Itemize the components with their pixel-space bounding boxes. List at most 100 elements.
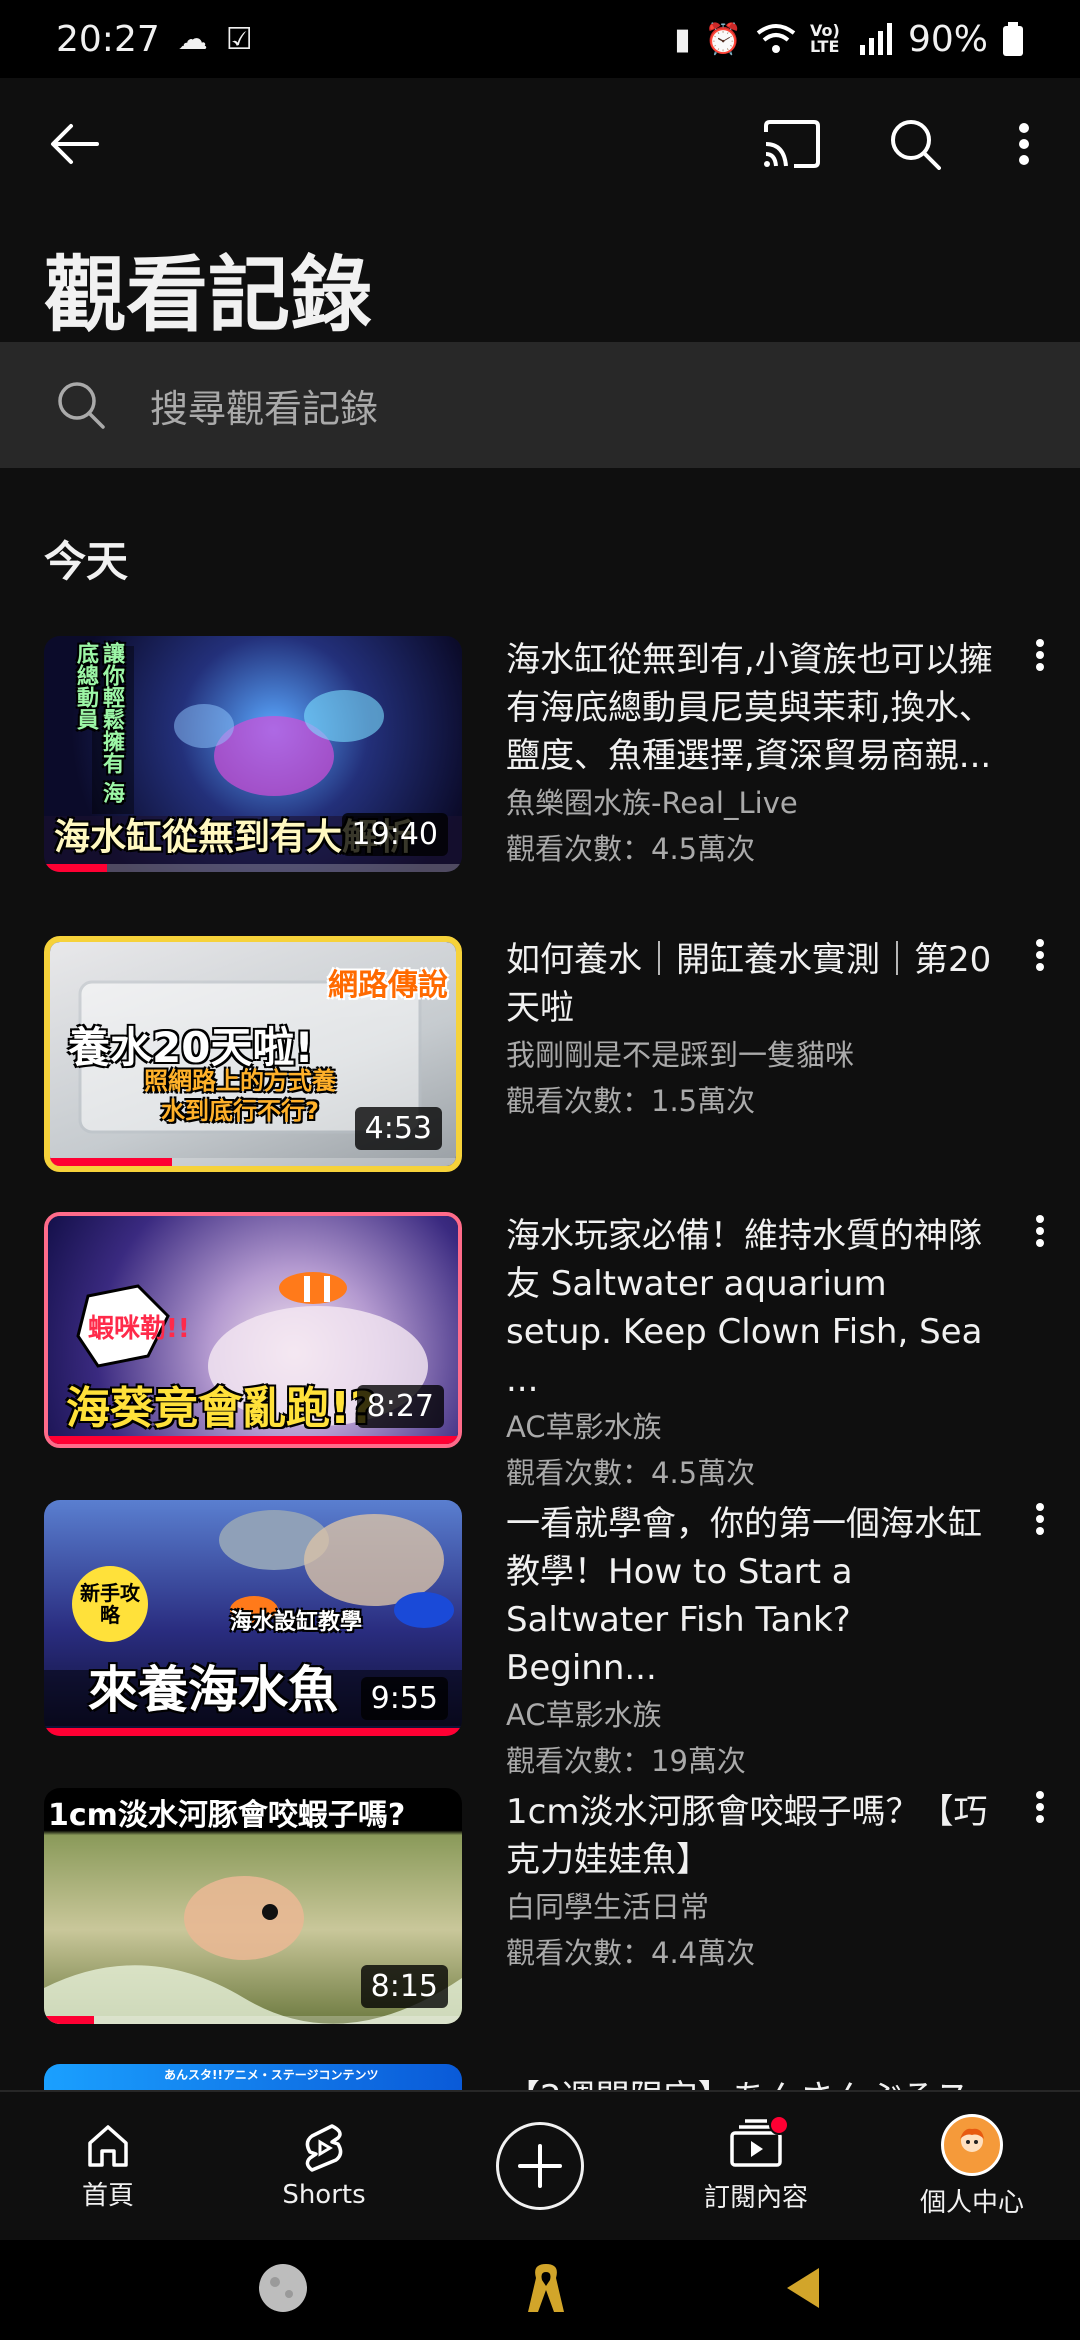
battery-saver-icon: ▮ [674, 21, 691, 57]
notification-dot [769, 2114, 789, 2135]
video-more-button[interactable] [1020, 1790, 1060, 1850]
thumb-badge-text: 新手攻略 [72, 1566, 148, 1642]
arrow-left-icon [51, 124, 99, 164]
video-thumbnail[interactable]: 網路傳說 養水20天啦! 照網路上的方式養水到底行不行? 4:53 [44, 936, 462, 1172]
video-meta: 1cm淡水河豚會咬蝦子嗎？【巧克力娃娃魚】 白同學生活日常 觀看次數：4.4萬次 [506, 1788, 1046, 1976]
watch-progress-bar [44, 2016, 462, 2024]
watch-progress-fill [44, 864, 107, 872]
video-title[interactable]: 如何養水｜開缸養水實測｜第20天啦 [506, 936, 1046, 1032]
shorts-icon [305, 2124, 343, 2172]
bottom-nav: 首頁 Shorts 訂閱內容 個人中心 [0, 2090, 1080, 2240]
thumb-sub-text: 照網路上的方式養水到底行不行? [144, 1067, 336, 1125]
watch-progress-bar [48, 1436, 458, 1444]
watch-progress-bar [44, 864, 462, 872]
video-item[interactable]: あんスタ!!アニメ・ステージコンテンツ 【2週間限定】あんさんぶるスターズ!! [44, 2064, 1044, 2090]
video-more-button[interactable] [1020, 638, 1060, 698]
search-placeholder: 搜尋觀看記錄 [150, 386, 379, 431]
subscriptions-icon-wrap [729, 2114, 789, 2171]
video-meta: 如何養水｜開缸養水實測｜第20天啦 我剛剛是不是踩到一隻貓咪 觀看次數：1.5萬… [506, 936, 1046, 1124]
video-thumbnail[interactable]: 1cm淡水河豚會咬蝦子嗎? 8:15 [44, 1788, 462, 2024]
avatar [941, 2113, 1003, 2176]
video-channel[interactable]: AC草影水族 [506, 1692, 1046, 1738]
video-thumbnail[interactable]: あんスタ!!アニメ・ステージコンテンツ [44, 2064, 462, 2090]
nav-home-label: 首頁 [81, 2180, 134, 2211]
alarm-icon: ⏰ [704, 21, 742, 57]
more-options-button[interactable] [1004, 109, 1044, 179]
thumb-title-text: 海葵竟會亂跑!? [66, 1383, 376, 1434]
search-button[interactable] [880, 109, 950, 179]
more-vert-icon [1036, 1791, 1044, 1823]
video-meta: 海水缸從無到有,小資族也可以擁有海底總動員尼莫與茉莉,換水、鹽度、魚種選擇,資深… [506, 636, 1046, 872]
watch-progress-fill [44, 2016, 95, 2024]
nav-shorts-label: Shorts [282, 2180, 366, 2210]
video-item[interactable]: 1cm淡水河豚會咬蝦子嗎? 8:15 1cm淡水河豚會咬蝦子嗎？【巧克力娃娃魚】… [44, 1788, 1044, 2024]
video-more-button[interactable] [1020, 938, 1060, 998]
watch-progress-fill [44, 1728, 462, 1736]
back-button[interactable] [40, 109, 110, 179]
watch-progress-fill [48, 1436, 458, 1444]
system-nav-bar [0, 2240, 1080, 2340]
video-channel[interactable]: 白同學生活日常 [506, 1884, 1046, 1930]
video-channel[interactable]: AC草影水族 [506, 1404, 1046, 1450]
thumb-sub-text: 海水設缸教學 [230, 1610, 363, 1635]
video-meta: 【2週間限定】あんさんぶるスターズ!! [506, 2064, 1044, 2090]
video-views: 觀看次數：1.5萬次 [506, 1084, 756, 1118]
video-thumbnail[interactable]: 蝦咪勒!! 海葵竟會亂跑!? 8:27 [44, 1212, 462, 1448]
video-channel[interactable]: 我剛剛是不是踩到一隻貓咪 [506, 1032, 1046, 1078]
video-title[interactable]: 1cm淡水河豚會咬蝦子嗎？【巧克力娃娃魚】 [506, 1788, 1046, 1884]
nav-profile-label: 個人中心 [919, 2187, 1024, 2218]
video-duration: 4:53 [354, 1107, 442, 1150]
video-views: 觀看次數：4.4萬次 [506, 1936, 756, 1970]
avatar-icon [960, 2128, 984, 2152]
thumb-title-text: 來養海水魚 [88, 1661, 338, 1719]
nav-home[interactable]: 首頁 [8, 2121, 208, 2212]
video-views: 觀看次數：4.5萬次 [506, 1456, 756, 1490]
video-thumbnail[interactable]: 讓你輕鬆擁有 海底總動員 海水缸從無到有大解析 19:40 [44, 636, 462, 872]
home-icon [88, 2124, 128, 2167]
video-title[interactable]: 【2週間限定】あんさんぶるスターズ!! [506, 2074, 1044, 2090]
status-bar: 20:27 ☁ ☑ ▮ ⏰ Vo) LTE 90% [0, 0, 1080, 78]
signal-icon [859, 23, 892, 55]
nav-shorts[interactable]: Shorts [224, 2122, 424, 2210]
status-time: 20:27 [56, 18, 160, 60]
video-thumbnail[interactable]: 新手攻略 海水設缸教學 來養海水魚 9:55 [44, 1500, 462, 1736]
thumb-title-text: あんスタ!!アニメ・ステージコンテンツ [164, 2068, 379, 2082]
nav-create[interactable] [440, 2122, 640, 2210]
video-more-button[interactable] [1020, 1214, 1060, 1274]
watch-progress-fill [50, 1158, 172, 1166]
more-vert-icon [1036, 639, 1044, 671]
video-views: 觀看次數：19萬次 [506, 1744, 746, 1778]
video-more-button[interactable] [1020, 1502, 1060, 1562]
video-channel[interactable]: 魚樂圈水族-Real_Live [506, 780, 1046, 826]
video-item[interactable]: 蝦咪勒!! 海葵竟會亂跑!? 8:27 海水玩家必備！維持水質的神隊友 Salt… [44, 1212, 1046, 1490]
create-button[interactable] [496, 2122, 584, 2210]
watch-progress-bar [44, 1728, 462, 1736]
video-item[interactable]: 讓你輕鬆擁有 海底總動員 海水缸從無到有大解析 19:40 海水缸從無到有,小資… [44, 636, 1044, 872]
video-title[interactable]: 一看就學會，你的第一個海水缸教學！How to Start a Saltwate… [506, 1500, 1046, 1692]
system-recents-button[interactable] [524, 2260, 568, 2320]
cast-button[interactable] [756, 109, 826, 179]
more-vert-icon [1036, 1503, 1044, 1535]
video-meta: 一看就學會，你的第一個海水缸教學！How to Start a Saltwate… [506, 1500, 1046, 1784]
wifi-icon [756, 24, 796, 53]
nav-subscriptions[interactable]: 訂閱內容 [656, 2114, 856, 2214]
nav-profile[interactable]: 個人中心 [872, 2113, 1072, 2219]
system-back-button[interactable] [783, 2266, 823, 2314]
video-title[interactable]: 海水缸從無到有,小資族也可以擁有海底總動員尼莫與茉莉,換水、鹽度、魚種選擇,資深… [506, 636, 1046, 780]
cloud-icon: ☁ [177, 21, 208, 57]
system-home-button[interactable] [257, 2262, 309, 2318]
watch-progress-bar [50, 1158, 456, 1166]
battery-percent: 90% [907, 18, 988, 60]
section-title-today: 今天 [44, 537, 129, 586]
video-item[interactable]: 網路傳說 養水20天啦! 照網路上的方式養水到底行不行? 4:53 如何養水｜開… [44, 936, 1044, 1172]
more-vert-icon [1019, 123, 1029, 165]
history-search-input[interactable]: 搜尋觀看記錄 [0, 342, 1080, 468]
ribbon-icon [527, 2264, 564, 2312]
plus-icon [518, 2144, 562, 2188]
app-bar [0, 78, 1080, 210]
video-title[interactable]: 海水玩家必備！維持水質的神隊友 Saltwater aquarium setup… [506, 1212, 1046, 1404]
battery-icon [1003, 22, 1023, 56]
video-item[interactable]: 新手攻略 海水設缸教學 來養海水魚 9:55 一看就學會，你的第一個海水缸教學！… [44, 1500, 1044, 1778]
thumb-side-text: 讓你輕鬆擁有 海底總動員 [73, 642, 124, 804]
thumb-burst-text: 蝦咪勒!! [88, 1314, 190, 1344]
